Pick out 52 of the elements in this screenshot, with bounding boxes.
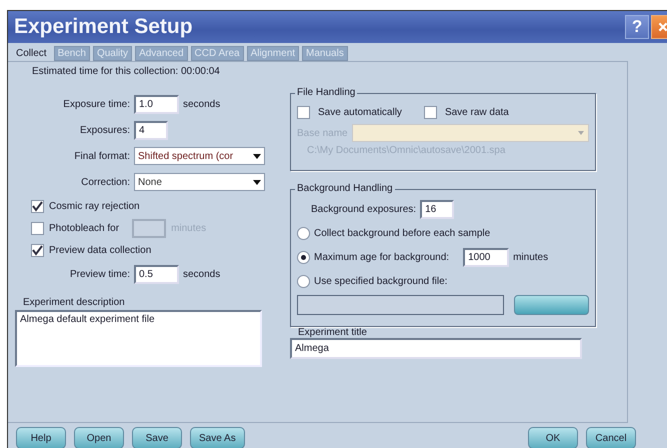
group-title: File Handling bbox=[295, 87, 358, 98]
unit-label: seconds bbox=[183, 268, 220, 280]
checkbox[interactable] bbox=[424, 106, 437, 118]
dropdown[interactable]: Shifted spectrum (cor bbox=[134, 147, 265, 165]
checkbox-label: Cosmic ray rejection bbox=[49, 200, 140, 212]
window-title: Experiment Setup bbox=[14, 15, 194, 39]
checkbox-label: Save raw data bbox=[444, 106, 509, 118]
field-label: Correction: bbox=[80, 176, 130, 188]
field-label: Exposure time: bbox=[62, 98, 130, 110]
group-title: Background Handling bbox=[295, 183, 395, 194]
description-field[interactable]: Almega default experiment file bbox=[15, 310, 262, 367]
radio-button[interactable] bbox=[297, 226, 310, 240]
input-field[interactable]: 1000 bbox=[463, 248, 510, 266]
checkmark-icon bbox=[32, 200, 43, 212]
field-label: Background exposures: bbox=[311, 204, 416, 214]
unit-label: minutes bbox=[513, 252, 548, 262]
field-label: Exposures: bbox=[78, 124, 130, 136]
checkbox[interactable] bbox=[31, 200, 44, 212]
checkbox-label: Preview data collection bbox=[49, 244, 152, 256]
field-label: Preview time: bbox=[68, 268, 130, 280]
dialog-button[interactable]: Save bbox=[132, 427, 182, 448]
radio-button[interactable] bbox=[297, 274, 310, 288]
ok-button[interactable]: OK bbox=[528, 427, 578, 448]
description-label: Experiment description bbox=[23, 297, 126, 308]
checkbox[interactable] bbox=[31, 244, 44, 256]
checkbox[interactable] bbox=[297, 106, 310, 118]
estimated-time-text: Estimated time for this collection: 00:00:04 bbox=[32, 66, 221, 77]
dropdown-arrow-icon bbox=[577, 130, 585, 136]
dialog-button[interactable]: Help bbox=[16, 427, 66, 448]
title-label: Experiment title bbox=[298, 327, 367, 338]
radio-label: Use specified background file: bbox=[314, 276, 448, 286]
cancel-button[interactable]: Cancel bbox=[586, 427, 636, 448]
dialog-button[interactable]: Open bbox=[74, 427, 124, 448]
input-field[interactable]: 4 bbox=[134, 120, 168, 140]
input-field[interactable]: 1.0 bbox=[134, 94, 179, 114]
input-field[interactable]: 0.5 bbox=[134, 264, 179, 284]
checkbox-label: Save automatically bbox=[318, 106, 402, 118]
title-field[interactable]: Almega bbox=[290, 338, 582, 359]
radio-label: Maximum age for background: bbox=[314, 252, 450, 262]
browse-button[interactable] bbox=[514, 295, 589, 315]
radio-button[interactable] bbox=[297, 250, 310, 264]
field-label: Final format: bbox=[73, 150, 130, 162]
file-path-field[interactable] bbox=[297, 295, 504, 315]
input-field[interactable]: 16 bbox=[420, 200, 454, 218]
dropdown[interactable]: None bbox=[134, 173, 265, 191]
radio-label: Collect background before each sample bbox=[314, 228, 490, 238]
checkmark-icon bbox=[32, 244, 43, 256]
checkbox-label: Photobleach for bbox=[49, 222, 120, 234]
radio-dot-icon bbox=[301, 254, 306, 260]
unit-label: seconds bbox=[183, 98, 220, 110]
dialog-button[interactable]: Save As bbox=[190, 427, 245, 448]
close-icon bbox=[658, 20, 667, 34]
